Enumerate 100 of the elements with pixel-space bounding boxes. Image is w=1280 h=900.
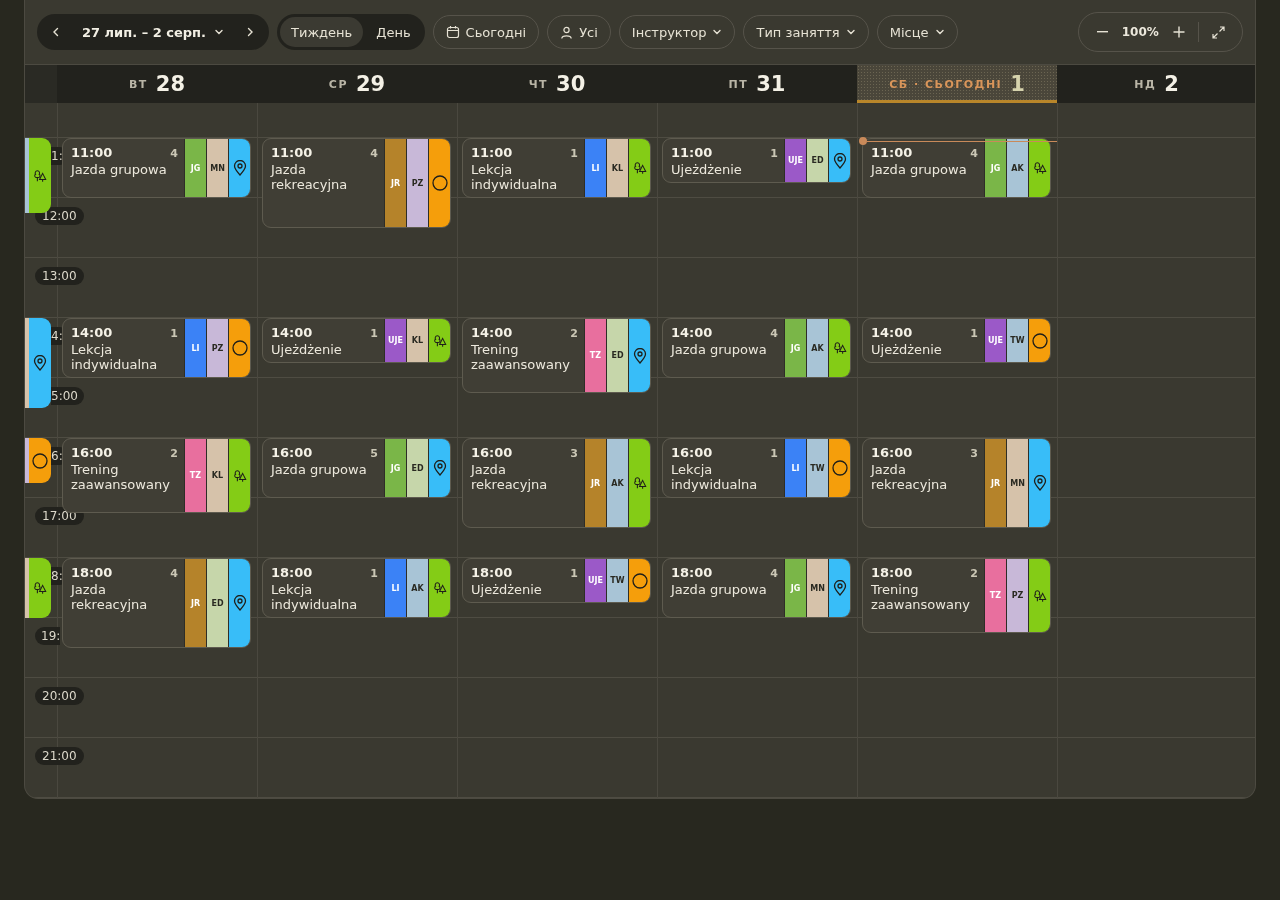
event-title: Jazda grupowa bbox=[71, 162, 168, 177]
chevron-right-icon bbox=[245, 27, 255, 37]
event-title: Jazda rekreacyjna bbox=[71, 582, 149, 612]
event-time: 11:00 bbox=[671, 145, 713, 160]
participant-count: 1 bbox=[770, 147, 778, 160]
participant-count: 1 bbox=[370, 327, 378, 340]
location-pin-icon bbox=[232, 160, 247, 176]
event-title: Trening zaawansowany bbox=[471, 342, 571, 372]
event-card[interactable]: 11:00 4 Jazda rekreacyjna JR PZ bbox=[262, 138, 451, 228]
instructor-tag: AK bbox=[1006, 139, 1028, 197]
weekday-label: ПТ bbox=[728, 77, 749, 91]
trees-icon bbox=[33, 581, 47, 595]
event-card[interactable]: 18:00 1 Lekcja indywidualna LI AK bbox=[262, 558, 451, 618]
type-tag: LI bbox=[184, 319, 206, 377]
event-card[interactable]: 14:00 1 Lekcja indywidualna LI PZ bbox=[62, 318, 251, 378]
view-tab[interactable]: Тиждень bbox=[280, 17, 364, 47]
participant-count: 4 bbox=[370, 147, 378, 160]
minus-icon bbox=[1096, 31, 1108, 33]
trees-icon bbox=[632, 476, 647, 490]
trees-icon bbox=[832, 341, 847, 355]
instructor-tag: ED bbox=[406, 439, 428, 497]
event-card[interactable]: 16:00 1 Lekcja indywidualna LI TW bbox=[662, 438, 851, 498]
event-time: 11:00 bbox=[871, 145, 913, 160]
caret-icon bbox=[214, 27, 224, 37]
event-time: 14:00 bbox=[71, 325, 113, 340]
type-tag: JG bbox=[984, 139, 1006, 197]
event-title: Trening zaawansowany bbox=[71, 462, 171, 492]
event-title: Ujeżdżenie bbox=[471, 582, 543, 597]
event-title: Lekcja indywidualna bbox=[471, 162, 559, 192]
event-card[interactable]: 11:00 4 Jazda grupowa JG MN bbox=[62, 138, 251, 198]
event-title: Trening zaawansowany bbox=[871, 582, 971, 612]
instructor-tag: MN bbox=[806, 559, 828, 617]
location-pin-icon bbox=[33, 355, 47, 371]
weekday-label: СБ · СЬОГОДНІ bbox=[889, 77, 1003, 91]
event-time: 18:00 bbox=[871, 565, 913, 580]
event-card[interactable]: 18:00 4 Jazda rekreacyjna JR ED bbox=[62, 558, 251, 648]
event-time: 18:00 bbox=[71, 565, 113, 580]
view-tab[interactable]: День bbox=[365, 17, 422, 47]
weekday-label: ВТ bbox=[128, 77, 148, 91]
type-tag: UJE bbox=[384, 319, 406, 362]
event-card[interactable]: 14:00 1 Ujeżdżenie UJE KL bbox=[262, 318, 451, 363]
type-tag: TZ bbox=[184, 439, 206, 512]
event-time: 14:00 bbox=[871, 325, 913, 340]
instructor-tag: KL bbox=[206, 439, 228, 512]
event-time: 11:00 bbox=[271, 145, 313, 160]
event-card[interactable]: 16:00 3 Jazda rekreacyjna JR MN bbox=[862, 438, 1051, 528]
person-icon bbox=[560, 25, 574, 39]
type-tag: TZ bbox=[984, 559, 1006, 632]
event-time: 11:00 bbox=[471, 145, 513, 160]
event-title: Lekcja indywidualna bbox=[71, 342, 159, 372]
event-time: 14:00 bbox=[471, 325, 513, 340]
type-tag: JG bbox=[184, 139, 206, 197]
trees-icon bbox=[232, 468, 247, 483]
event-time: 18:00 bbox=[671, 565, 713, 580]
type-tag: JR bbox=[384, 139, 406, 227]
event-title: Lekcja indywidualna bbox=[671, 462, 759, 492]
event-card[interactable]: 16:00 5 Jazda grupowa JG ED bbox=[262, 438, 451, 498]
instructor-tag: TW bbox=[1006, 319, 1028, 362]
location-pin-icon bbox=[632, 347, 647, 364]
event-card[interactable]: 11:00 4 Jazda grupowa JG AK bbox=[862, 138, 1051, 198]
instructor-tag: ED bbox=[206, 559, 228, 647]
event-time: 11:00 bbox=[71, 145, 113, 160]
weekday-label: ЧТ bbox=[528, 77, 549, 91]
event-card[interactable]: 14:00 2 Trening zaawansowany TZ ED bbox=[462, 318, 651, 393]
event-card[interactable]: 11:00 1 Ujeżdżenie UJE ED bbox=[662, 138, 851, 183]
type-tag: JG bbox=[784, 559, 806, 617]
zoom-level: 100% bbox=[1121, 25, 1159, 39]
event-card[interactable]: 16:00 3 Jazda rekreacyjna JR AK bbox=[462, 438, 651, 528]
type-tag: UJE bbox=[584, 559, 606, 602]
event-card[interactable]: 11:00 1 Lekcja indywidualna LI KL bbox=[462, 138, 651, 198]
caret-icon bbox=[934, 27, 945, 37]
participant-count: 4 bbox=[770, 327, 778, 340]
event-title: Jazda rekreacyjna bbox=[871, 462, 949, 492]
instructor-tag: PZ bbox=[406, 139, 428, 227]
type-tag: LI bbox=[784, 439, 806, 497]
location-pin-icon bbox=[1032, 475, 1047, 491]
time-label: 5:00 bbox=[51, 387, 84, 405]
event-title: Jazda rekreacyjna bbox=[471, 462, 549, 492]
event-card[interactable]: 18:00 2 Trening zaawansowany TZ PZ bbox=[862, 558, 1051, 633]
event-time: 16:00 bbox=[671, 445, 713, 460]
type-tag: JR bbox=[984, 439, 1006, 527]
type-tag: JG bbox=[784, 319, 806, 377]
caret-icon bbox=[712, 27, 723, 37]
type-tag: LI bbox=[384, 559, 406, 617]
location-pin-icon bbox=[432, 460, 447, 476]
event-time: 16:00 bbox=[71, 445, 113, 460]
event-card[interactable]: 18:00 4 Jazda grupowa JG MN bbox=[662, 558, 851, 618]
event-card[interactable]: 18:00 1 Ujeżdżenie UJE TW bbox=[462, 558, 651, 603]
weekday-label: НД bbox=[1134, 77, 1157, 91]
event-card[interactable]: 14:00 1 Ujeżdżenie UJE TW bbox=[862, 318, 1051, 363]
location-pin-icon bbox=[232, 595, 247, 611]
participant-count: 5 bbox=[370, 447, 378, 460]
participant-count: 3 bbox=[570, 447, 578, 460]
day-number: 28 bbox=[155, 72, 186, 96]
event-title: Jazda rekreacyjna bbox=[271, 162, 349, 192]
event-title: Jazda grupowa bbox=[671, 342, 768, 357]
time-label: 20:00 bbox=[35, 687, 84, 705]
weekday-label: СР bbox=[328, 77, 348, 91]
event-card[interactable]: 14:00 4 Jazda grupowa JG AK bbox=[662, 318, 851, 378]
circle-icon bbox=[231, 340, 248, 356]
